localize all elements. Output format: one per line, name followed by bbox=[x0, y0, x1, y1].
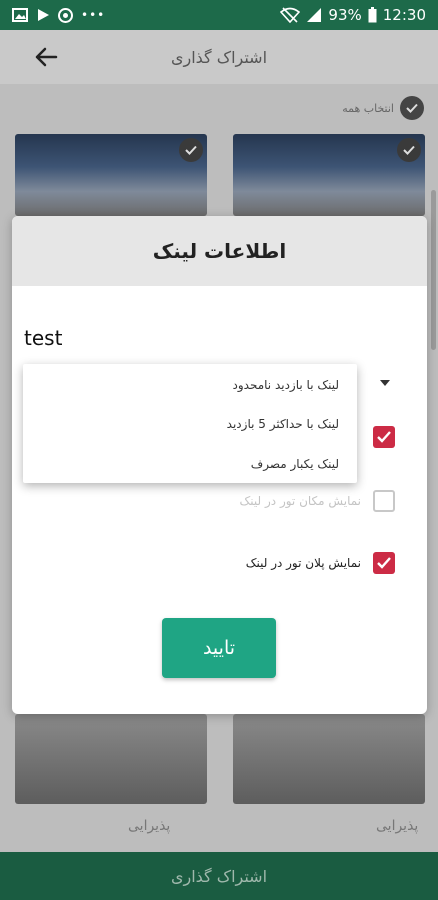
dialog-header: اطلاعات لینک bbox=[12, 216, 427, 286]
checkbox-unchecked[interactable] bbox=[373, 490, 395, 512]
clock: 12:30 bbox=[382, 6, 426, 24]
share-bar[interactable]: اشتراک گذاری bbox=[0, 852, 438, 900]
tile-caption-left: پذیرایی bbox=[128, 818, 171, 834]
option-row-location[interactable]: نمایش مکان تور در لینک bbox=[240, 490, 395, 512]
signal-icon bbox=[307, 8, 322, 22]
check-icon bbox=[179, 138, 203, 162]
photo-tile-right-lower[interactable] bbox=[233, 714, 425, 804]
panorama-thumbnail bbox=[15, 134, 207, 216]
check-icon bbox=[397, 138, 421, 162]
dialog-title: اطلاعات لینک bbox=[152, 239, 287, 263]
image-icon bbox=[12, 8, 28, 22]
photo-tile-right[interactable] bbox=[233, 134, 425, 216]
option-label-location: نمایش مکان تور در لینک bbox=[239, 494, 361, 508]
option-row-plan[interactable]: نمایش پلان تور در لینک bbox=[246, 552, 395, 574]
option-label-plan: نمایش پلان تور در لینک bbox=[245, 556, 361, 570]
share-bar-label: اشتراک گذاری bbox=[170, 866, 268, 886]
play-store-icon bbox=[38, 9, 49, 21]
link-type-dropdown-menu: لینک با بازدید نامحدود لینک با حداکثر 5 … bbox=[23, 364, 357, 483]
chevron-down-icon[interactable] bbox=[380, 380, 390, 386]
photo-tile-left[interactable] bbox=[15, 134, 207, 216]
select-all-label: انتخاب همه bbox=[342, 101, 394, 115]
chrome-icon bbox=[58, 7, 73, 23]
checkbox-checked[interactable] bbox=[373, 552, 395, 574]
notification-icons: ••• bbox=[12, 7, 106, 23]
battery-percent: 93% bbox=[328, 6, 362, 24]
select-all[interactable]: انتخاب همه bbox=[342, 96, 424, 120]
system-icons: 93% 12:30 bbox=[280, 6, 426, 24]
tile-caption-right: پذیرایی bbox=[376, 818, 419, 834]
status-bar: ••• 93% 12:30 bbox=[0, 0, 438, 30]
hidden-option-row[interactable] bbox=[373, 426, 395, 448]
back-arrow-icon[interactable] bbox=[32, 43, 60, 71]
scrollbar[interactable] bbox=[431, 190, 436, 350]
menu-item-single-use[interactable]: لینک یکبار مصرف bbox=[251, 457, 339, 471]
wifi-off-icon bbox=[280, 7, 301, 23]
link-name-input[interactable]: test bbox=[24, 326, 62, 350]
menu-item-max-5[interactable]: لینک با حداکثر 5 بازدید bbox=[227, 417, 339, 431]
menu-item-unlimited[interactable]: لینک با بازدید نامحدود bbox=[233, 378, 339, 392]
confirm-label: تایید bbox=[202, 637, 236, 659]
checkbox-checked[interactable] bbox=[373, 426, 395, 448]
panorama-thumbnail bbox=[233, 134, 425, 216]
battery-icon bbox=[368, 7, 377, 23]
photo-tile-left-lower[interactable] bbox=[15, 714, 207, 804]
overflow-indicator: ••• bbox=[81, 8, 106, 22]
check-icon bbox=[400, 96, 424, 120]
app-bar: اشتراک گذاری bbox=[0, 30, 438, 84]
app-title: اشتراک گذاری bbox=[170, 47, 268, 67]
confirm-button[interactable]: تایید bbox=[162, 618, 276, 678]
